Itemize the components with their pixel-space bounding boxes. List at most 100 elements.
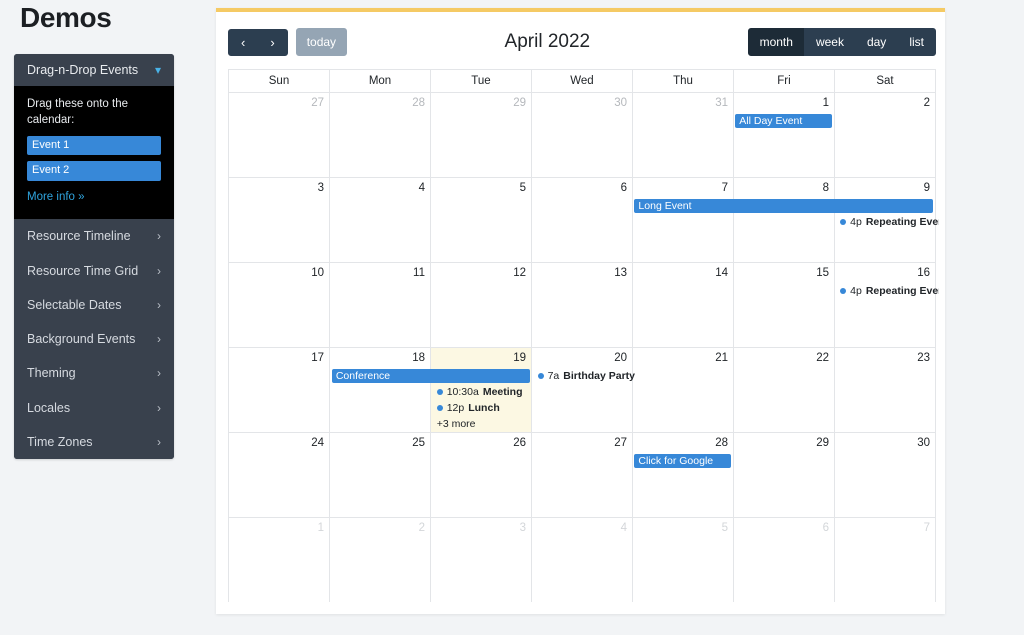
event-line: Conference 7a Birthday Party xyxy=(229,369,935,384)
chevron-right-icon: › xyxy=(157,400,161,415)
draggable-event-2[interactable]: Event 2 xyxy=(27,161,161,181)
view-button-week[interactable]: week xyxy=(803,28,856,56)
day-cell[interactable]: 3 xyxy=(430,518,531,602)
day-header-sun: Sun xyxy=(268,75,290,87)
day-number: 7 xyxy=(721,182,728,194)
day-number: 24 xyxy=(311,437,324,449)
day-cell[interactable]: 30 xyxy=(531,93,632,177)
sidebar-item-time-zones[interactable]: Time Zones › xyxy=(14,424,174,459)
calendar-week-row: 3 4 5 6 7 8 9 Long Event 4pRepeating Event xyxy=(229,177,939,262)
day-number: 7 xyxy=(923,522,930,534)
sidebar-item-locales[interactable]: Locales › xyxy=(14,390,174,425)
today-button[interactable]: today xyxy=(295,28,348,56)
calendar-week-row: 17 18 19 20 21 22 23 Conference 7a Birthday Party… xyxy=(229,347,935,432)
day-number: 3 xyxy=(519,522,526,534)
day-cell[interactable]: 28 xyxy=(632,433,733,517)
day-cell[interactable]: 31 xyxy=(632,93,733,177)
day-header-fri: Fri xyxy=(733,70,834,92)
day-cell[interactable]: 30 xyxy=(834,433,935,517)
calendar-event-block[interactable]: Long Event xyxy=(634,199,933,213)
day-number: 4 xyxy=(418,182,425,194)
sidebar-panel-body: Drag these onto the calendar: Event 1 Ev… xyxy=(14,86,174,219)
sidebar-item-background-events[interactable]: Background Events › xyxy=(14,321,174,356)
event-time: 7a xyxy=(547,370,560,382)
event-time: 12p xyxy=(446,402,465,414)
event-line: 4pRepeating Event xyxy=(229,215,939,230)
day-cell[interactable]: 27 xyxy=(229,93,329,177)
day-cell[interactable]: 2 xyxy=(329,518,430,602)
day-cell[interactable]: 13 xyxy=(531,263,632,347)
week-event-layer: Conference 7a Birthday Party 10:30a Meeting 1… xyxy=(229,369,935,433)
calendar-event-dot[interactable]: 4pRepeating Event xyxy=(836,215,939,229)
day-number: 2 xyxy=(418,522,425,534)
event-line: +3 more xyxy=(229,417,935,432)
day-number: 29 xyxy=(513,97,526,109)
view-button-group: month week day list xyxy=(747,28,936,56)
day-cell[interactable]: 25 xyxy=(329,433,430,517)
prev-button[interactable]: ‹ xyxy=(228,28,259,56)
view-button-list[interactable]: list xyxy=(897,28,936,56)
event-dot-icon xyxy=(840,288,847,294)
day-cell[interactable]: 16 xyxy=(834,263,935,347)
day-cell[interactable]: 26 xyxy=(430,433,531,517)
sidebar-panel-label: Drag-n-Drop Events xyxy=(27,63,139,77)
day-header-row: Sun Mon Tue Wed Thu Fri Sat xyxy=(229,70,935,92)
day-cell[interactable]: 12 xyxy=(430,263,531,347)
calendar-event-block[interactable]: Click for Google xyxy=(634,454,732,468)
sidebar-item-selectable-dates[interactable]: Selectable Dates › xyxy=(14,287,174,322)
week-event-layer: Long Event 4pRepeating Event xyxy=(229,199,939,231)
day-cell[interactable]: 28 xyxy=(329,93,430,177)
day-cell[interactable]: 24 xyxy=(229,433,329,517)
next-button[interactable]: › xyxy=(257,28,288,56)
calendar-event-dot[interactable]: 7a Birthday Party xyxy=(534,369,637,383)
day-cell[interactable]: 14 xyxy=(632,263,733,347)
calendar-week-row: 24 25 26 27 28 29 30 Click for Google xyxy=(229,432,935,517)
day-cell[interactable]: 1 xyxy=(229,518,329,602)
day-cell[interactable]: 6 xyxy=(733,518,834,602)
day-number: 8 xyxy=(822,182,829,194)
day-number: 5 xyxy=(519,182,526,194)
more-info-link[interactable]: More info » xyxy=(27,191,85,203)
chevron-right-icon: › xyxy=(157,263,161,278)
day-number: 9 xyxy=(923,182,930,194)
calendar-title: April 2022 xyxy=(504,31,591,52)
day-cell[interactable]: 7 xyxy=(834,518,935,602)
more-events-link[interactable]: +3 more xyxy=(433,417,534,431)
sidebar-item-label: Theming xyxy=(27,366,76,381)
day-number: 17 xyxy=(311,352,324,364)
view-button-month[interactable]: month xyxy=(747,28,805,56)
sidebar-item-resource-timeline[interactable]: Resource Timeline › xyxy=(14,218,174,253)
event-title: Lunch xyxy=(468,402,500,414)
day-cell[interactable]: 2 xyxy=(834,93,935,177)
day-number: 12 xyxy=(513,267,526,279)
calendar-event-block[interactable]: All Day Event xyxy=(735,114,833,128)
day-cell[interactable]: 29 xyxy=(430,93,531,177)
calendar-event-dot[interactable]: 10:30a Meeting xyxy=(433,385,536,399)
sidebar-item-label: Time Zones xyxy=(27,434,93,449)
view-button-day[interactable]: day xyxy=(854,28,899,56)
calendar: ‹ › today April 2022 month week day list… xyxy=(228,27,939,602)
day-cell[interactable]: 11 xyxy=(329,263,430,347)
event-dot-icon xyxy=(436,405,443,411)
event-line: Click for Google xyxy=(229,454,935,469)
day-cell[interactable]: 29 xyxy=(733,433,834,517)
draggable-event-1[interactable]: Event 1 xyxy=(27,136,161,156)
calendar-event-dot[interactable]: 4pRepeating Event xyxy=(836,284,939,298)
calendar-event-dot[interactable]: 12p Lunch xyxy=(433,401,536,415)
calendar-event-block[interactable]: Conference xyxy=(331,369,530,383)
calendar-grid: Sun Mon Tue Wed Thu Fri Sat 27 28 29 30 31 1 2… xyxy=(228,69,939,602)
sidebar-item-resource-time-grid[interactable]: Resource Time Grid › xyxy=(14,252,174,288)
day-number: 28 xyxy=(715,437,728,449)
sidebar-item-label: Resource Time Grid xyxy=(27,263,139,278)
chevron-right-icon: › xyxy=(157,229,161,244)
sidebar-item-theming[interactable]: Theming › xyxy=(14,355,174,391)
calendar-week-row: 1 2 3 4 5 6 7 xyxy=(229,517,935,602)
day-cell[interactable]: 27 xyxy=(531,433,632,517)
day-cell[interactable]: 5 xyxy=(632,518,733,602)
day-number: 30 xyxy=(917,437,930,449)
day-cell[interactable]: 15 xyxy=(733,263,834,347)
day-cell[interactable]: 4 xyxy=(531,518,632,602)
sidebar-panel-drag-n-drop-events[interactable]: Drag-n-Drop Events ▾ xyxy=(14,54,174,86)
day-cell[interactable]: 10 xyxy=(229,263,329,347)
day-cell[interactable]: 1 xyxy=(733,93,834,177)
